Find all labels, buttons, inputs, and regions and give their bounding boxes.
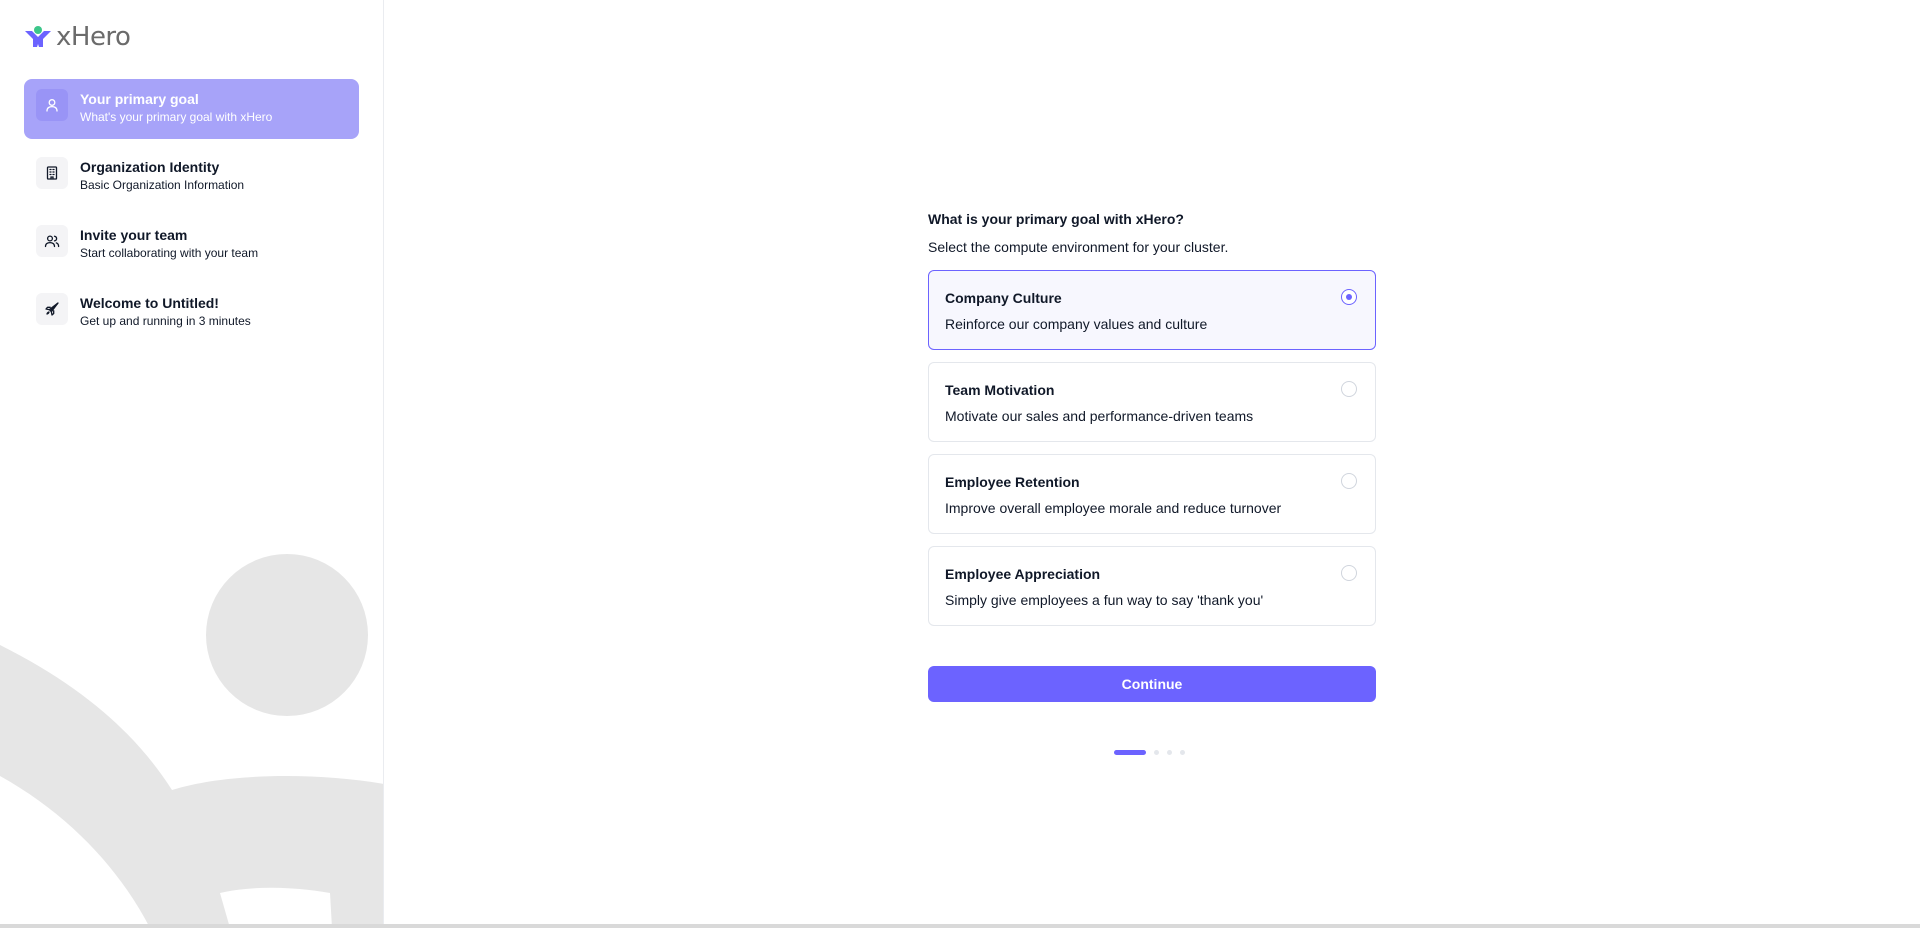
option-employee-retention[interactable]: Employee Retention Improve overall emplo… <box>928 454 1376 534</box>
step-primary-goal[interactable]: Your primary goal What's your primary go… <box>24 79 359 139</box>
xhero-logo-icon <box>25 26 51 47</box>
step-subtitle: What's your primary goal with xHero <box>80 110 273 124</box>
option-title: Team Motivation <box>945 382 1055 398</box>
option-company-culture[interactable]: Company Culture Reinforce our company va… <box>928 270 1376 350</box>
option-description: Motivate our sales and performance-drive… <box>945 408 1254 424</box>
onboarding-steps: Your primary goal What's your primary go… <box>24 79 359 351</box>
question-subtitle: Select the compute environment for your … <box>928 239 1229 255</box>
goal-options: Company Culture Reinforce our company va… <box>928 270 1376 626</box>
step-welcome[interactable]: Welcome to Untitled! Get up and running … <box>24 283 359 343</box>
step-title: Organization Identity <box>80 159 220 175</box>
step-invite-team[interactable]: Invite your team Start collaborating wit… <box>24 215 359 275</box>
radio-button[interactable] <box>1341 565 1357 581</box>
option-employee-appreciation[interactable]: Employee Appreciation Simply give employ… <box>928 546 1376 626</box>
radio-button[interactable] <box>1341 381 1357 397</box>
bottom-scrollbar <box>0 924 1920 928</box>
pagination-dot[interactable] <box>1167 750 1172 755</box>
option-title: Company Culture <box>945 290 1062 306</box>
option-description: Improve overall employee morale and redu… <box>945 500 1282 516</box>
step-subtitle: Get up and running in 3 minutes <box>80 314 251 328</box>
step-title: Welcome to Untitled! <box>80 295 219 311</box>
xhero-logo[interactable]: xHero <box>24 22 131 52</box>
option-team-motivation[interactable]: Team Motivation Motivate our sales and p… <box>928 362 1376 442</box>
step-title: Your primary goal <box>80 91 199 107</box>
step-subtitle: Start collaborating with your team <box>80 246 259 260</box>
pagination-dot[interactable] <box>1154 750 1159 755</box>
pagination-dot[interactable] <box>1180 750 1185 755</box>
users-icon <box>36 225 68 257</box>
primary-goal-form: What is your primary goal with xHero? Se… <box>928 209 1376 638</box>
radio-button-checked[interactable] <box>1341 289 1357 305</box>
brand-name: xHero <box>56 22 131 52</box>
option-description: Simply give employees a fun way to say '… <box>945 592 1264 608</box>
step-organization-identity[interactable]: Organization Identity Basic Organization… <box>24 147 359 207</box>
step-title: Invite your team <box>80 227 188 243</box>
question-title: What is your primary goal with xHero? <box>928 211 1184 227</box>
option-description: Reinforce our company values and culture <box>945 316 1208 332</box>
option-title: Employee Retention <box>945 474 1080 490</box>
continue-button[interactable]: Continue <box>928 666 1376 702</box>
step-pagination <box>1114 750 1185 755</box>
step-subtitle: Basic Organization Information <box>80 178 245 192</box>
radio-button[interactable] <box>1341 473 1357 489</box>
user-icon <box>36 89 68 121</box>
option-title: Employee Appreciation <box>945 566 1101 582</box>
sidebar: xHero Your primary goal What's your prim… <box>0 0 384 928</box>
pagination-current[interactable] <box>1114 750 1146 755</box>
rocket-icon <box>36 293 68 325</box>
building-icon <box>36 157 68 189</box>
